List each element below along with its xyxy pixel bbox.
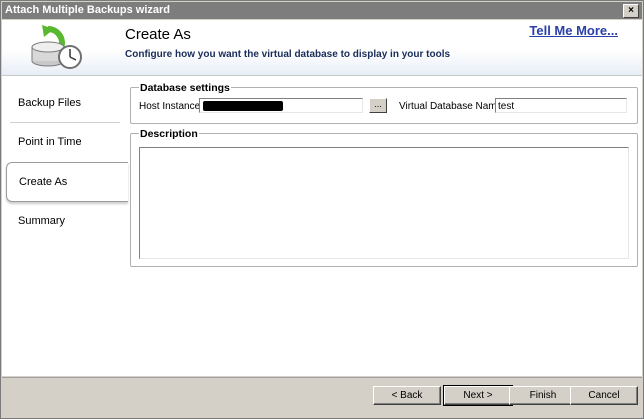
window-title: Attach Multiple Backups wizard <box>5 4 171 16</box>
wizard-steps-sidebar: Backup Files Point in Time Create As Sum… <box>2 76 128 376</box>
back-button-label: < Back <box>391 390 423 401</box>
sidebar-item-point-in-time[interactable]: Point in Time <box>2 123 122 161</box>
host-instance-label: Host Instance <box>139 101 201 112</box>
page-subtitle: Configure how you want the virtual datab… <box>125 49 451 60</box>
next-button[interactable]: Next > <box>443 385 513 406</box>
sidebar-item-create-as[interactable]: Create As <box>6 162 128 202</box>
next-button-label: Next > <box>463 390 493 401</box>
wizard-content: Database settings Host Instance ... Virt… <box>126 76 642 376</box>
browse-host-button[interactable]: ... <box>369 98 387 113</box>
virtual-db-name-value: test <box>498 101 515 112</box>
finish-button[interactable]: Finish <box>509 386 577 405</box>
wizard-header: Create As Configure how you want the vir… <box>2 20 642 76</box>
sidebar-item-label: Backup Files <box>18 97 81 109</box>
close-icon: × <box>628 5 634 16</box>
sidebar-item-label: Create As <box>19 176 68 188</box>
redaction-mark <box>203 101 283 111</box>
tell-me-more-link[interactable]: Tell Me More... <box>529 23 618 38</box>
cancel-button[interactable]: Cancel <box>570 386 638 405</box>
database-settings-group: Database settings Host Instance ... Virt… <box>130 82 638 124</box>
back-button[interactable]: < Back <box>373 386 441 405</box>
finish-button-label: Finish <box>529 390 557 401</box>
database-settings-legend: Database settings <box>139 82 231 94</box>
cancel-button-label: Cancel <box>588 390 620 401</box>
description-textarea[interactable] <box>139 147 629 259</box>
sidebar-item-label: Point in Time <box>18 136 82 148</box>
description-group: Description <box>130 128 638 267</box>
sidebar-item-label: Summary <box>18 215 66 227</box>
description-legend: Description <box>139 128 199 140</box>
wizard-footer: < Back Next > Finish Cancel <box>2 377 642 418</box>
sidebar-item-backup-files[interactable]: Backup Files <box>2 84 122 122</box>
virtual-db-name-label: Virtual Database Name <box>399 101 503 112</box>
title-bar[interactable]: Attach Multiple Backups wizard × <box>2 2 642 19</box>
sidebar-item-summary[interactable]: Summary <box>2 202 122 240</box>
close-button[interactable]: × <box>623 4 639 18</box>
host-instance-field[interactable] <box>199 98 363 113</box>
page-title: Create As <box>125 26 191 43</box>
wizard-window: Attach Multiple Backups wizard × Create … <box>0 0 644 419</box>
database-backup-clock-icon <box>31 25 82 69</box>
virtual-db-name-field[interactable]: test <box>495 98 627 113</box>
